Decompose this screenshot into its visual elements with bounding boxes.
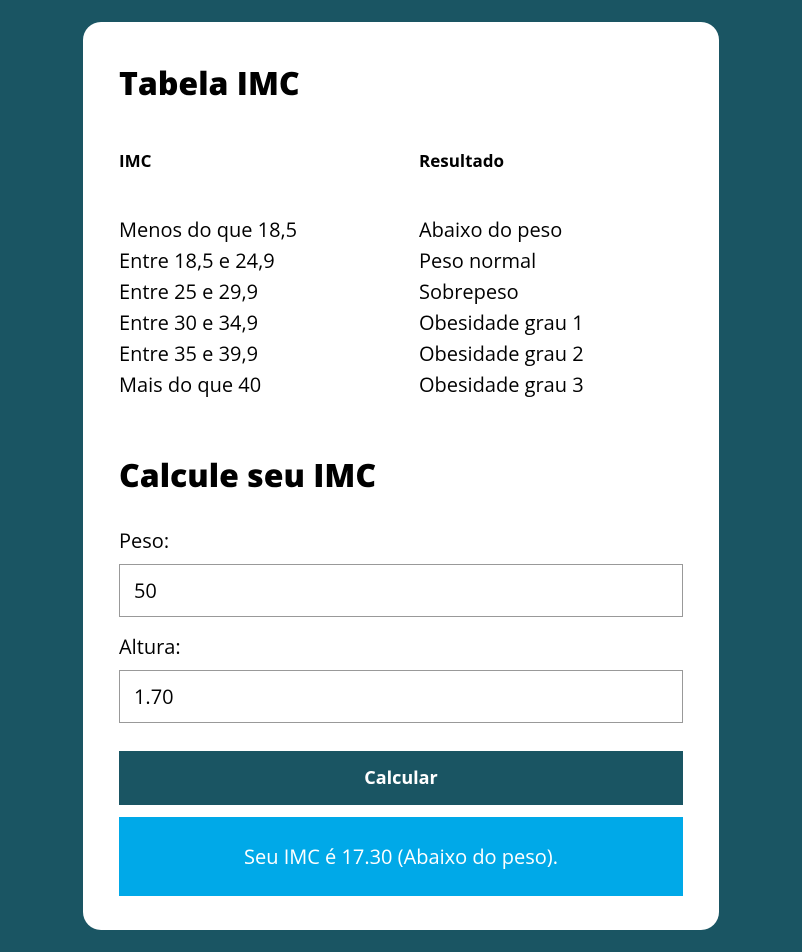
table-cell-result: Abaixo do peso [419, 214, 683, 245]
height-input[interactable] [119, 670, 683, 723]
table-cell-range: Entre 30 e 34,9 [119, 307, 419, 338]
weight-input[interactable] [119, 564, 683, 617]
table-cell-result: Peso normal [419, 245, 683, 276]
height-label: Altura: [119, 633, 683, 660]
table-cell-range: Entre 35 e 39,9 [119, 338, 419, 369]
weight-label: Peso: [119, 527, 683, 554]
header-imc: IMC [119, 149, 419, 172]
form-title: Calcule seu IMC [119, 454, 683, 497]
table-cell-range: Entre 18,5 e 24,9 [119, 245, 419, 276]
table-cell-range: Mais do que 40 [119, 369, 419, 400]
table-cell-range: Entre 25 e 29,9 [119, 276, 419, 307]
imc-table-body: Menos do que 18,5 Entre 18,5 e 24,9 Entr… [119, 214, 683, 400]
header-result: Resultado [419, 149, 683, 172]
table-title: Tabela IMC [119, 62, 683, 105]
table-cell-result: Obesidade grau 1 [419, 307, 683, 338]
imc-result-column: Abaixo do peso Peso normal Sobrepeso Obe… [419, 214, 683, 400]
imc-card: Tabela IMC IMC Resultado Menos do que 18… [83, 22, 719, 930]
table-cell-result: Obesidade grau 2 [419, 338, 683, 369]
table-header-row: IMC Resultado [119, 149, 683, 172]
table-cell-result: Sobrepeso [419, 276, 683, 307]
table-cell-result: Obesidade grau 3 [419, 369, 683, 400]
imc-range-column: Menos do que 18,5 Entre 18,5 e 24,9 Entr… [119, 214, 419, 400]
result-output: Seu IMC é 17.30 (Abaixo do peso). [119, 817, 683, 896]
calculate-button[interactable]: Calcular [119, 751, 683, 805]
table-cell-range: Menos do que 18,5 [119, 214, 419, 245]
